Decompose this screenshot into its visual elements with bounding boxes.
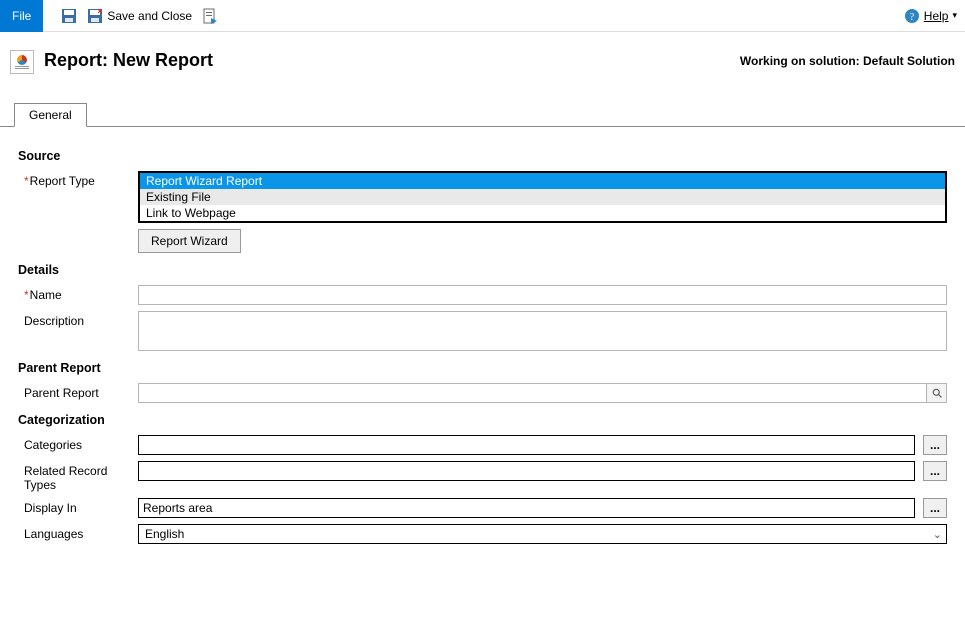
section-categorization: Categorization	[18, 413, 947, 427]
section-details: Details	[18, 263, 947, 277]
report-type-option-wizard[interactable]: Report Wizard Report	[140, 173, 945, 189]
toolbar-actions: Save and Close	[61, 8, 218, 24]
languages-select[interactable]: English ⌄	[138, 524, 947, 544]
section-source: Source	[18, 149, 947, 163]
help-label: Help	[924, 9, 949, 23]
categories-picker-button[interactable]: ...	[923, 435, 947, 455]
parent-report-label: Parent Report	[18, 383, 138, 400]
top-toolbar: File Save and Close ? Help ▾	[0, 0, 965, 32]
languages-value: English	[145, 527, 184, 541]
categories-label: Categories	[18, 435, 138, 452]
save-and-close-label: Save and Close	[107, 9, 192, 23]
page-title: Report: New Report	[44, 50, 213, 71]
chevron-down-icon: ▾	[952, 10, 957, 21]
save-and-close-button[interactable]: Save and Close	[87, 8, 192, 24]
tab-strip: General	[0, 102, 965, 127]
required-marker: *	[24, 288, 29, 302]
report-type-option-existing[interactable]: Existing File	[140, 189, 945, 205]
report-entity-icon	[10, 50, 34, 74]
report-type-option-link[interactable]: Link to Webpage	[140, 205, 945, 221]
required-marker: *	[24, 174, 29, 188]
save-and-close-icon	[87, 8, 103, 24]
name-input[interactable]	[138, 285, 947, 305]
description-label: Description	[18, 311, 138, 328]
report-wizard-button[interactable]: Report Wizard	[138, 229, 241, 253]
related-types-input[interactable]	[138, 461, 915, 481]
form-content: Source * Report Type Report Wizard Repor…	[0, 127, 965, 544]
section-parent: Parent Report	[18, 361, 947, 375]
related-types-label: Related Record Types	[18, 461, 138, 492]
display-in-input[interactable]	[138, 498, 915, 518]
tab-general[interactable]: General	[14, 103, 87, 127]
related-types-picker-button[interactable]: ...	[923, 461, 947, 481]
report-type-label: * Report Type	[18, 171, 138, 188]
search-icon	[931, 387, 943, 399]
description-input[interactable]	[138, 311, 947, 351]
run-report-button[interactable]	[202, 8, 218, 24]
help-menu[interactable]: ? Help ▾	[904, 8, 957, 24]
file-menu-label: File	[12, 9, 31, 23]
parent-report-input[interactable]	[139, 384, 926, 402]
report-run-icon	[202, 8, 218, 24]
display-in-label: Display In	[18, 498, 138, 515]
name-label: * Name	[18, 285, 138, 302]
tab-general-label: General	[29, 108, 72, 122]
solution-context: Working on solution: Default Solution	[740, 50, 955, 68]
display-in-picker-button[interactable]: ...	[923, 498, 947, 518]
save-button[interactable]	[61, 8, 77, 24]
page-header: Report: New Report Working on solution: …	[0, 32, 965, 82]
languages-label: Languages	[18, 524, 138, 541]
chevron-down-icon: ⌄	[933, 528, 942, 541]
categories-input[interactable]	[138, 435, 915, 455]
lookup-button[interactable]	[926, 384, 946, 402]
parent-report-lookup[interactable]	[138, 383, 947, 403]
help-icon: ?	[904, 8, 920, 24]
file-menu-button[interactable]: File	[0, 0, 43, 32]
report-type-listbox[interactable]: Report Wizard Report Existing File Link …	[138, 171, 947, 223]
save-icon	[61, 8, 77, 24]
svg-text:?: ?	[910, 12, 915, 23]
